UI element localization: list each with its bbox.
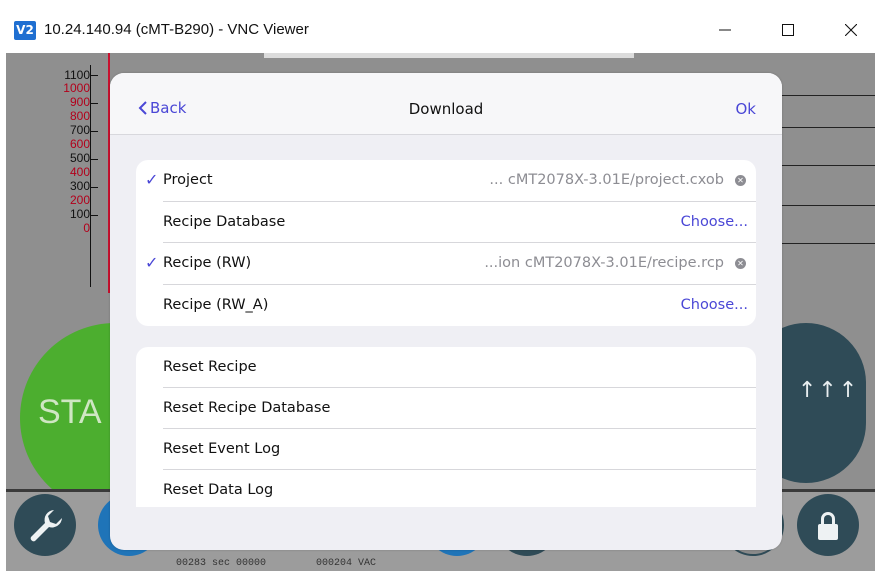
file-path-value: ... cMT2078X-3.01E/project.cxob	[489, 172, 724, 188]
download-dialog: Back Download Ok ✓ Project ... cMT2078X-…	[110, 73, 782, 550]
scale-tick: 200	[69, 193, 90, 207]
scale-axis	[90, 65, 91, 287]
gauge-line	[776, 95, 875, 96]
choose-button[interactable]: Choose...	[681, 297, 748, 313]
scale-tick: 900	[69, 95, 90, 109]
file-row-label: Project	[163, 172, 213, 188]
scale-minor-tick	[90, 187, 98, 188]
checkmark-icon: ✓	[145, 170, 159, 189]
close-button[interactable]	[828, 10, 874, 50]
reset-row-label: Reset Data Log	[163, 482, 274, 498]
scale-minor-tick	[90, 75, 98, 76]
scale-tick: 0	[83, 221, 90, 235]
reset-recipe-database-row[interactable]: Reset Recipe Database	[136, 388, 756, 429]
reset-row-label: Reset Event Log	[163, 441, 281, 457]
scale-tick: 700	[69, 123, 90, 137]
file-row-project[interactable]: ✓ Project ... cMT2078X-3.01E/project.cxo…	[136, 160, 756, 202]
status-vacuum: 000204 VAC	[316, 558, 377, 569]
dialog-title: Download	[408, 100, 484, 118]
scale-tick: 400	[69, 165, 90, 179]
scale-tick: 1100	[64, 68, 90, 82]
settings-wrench-button[interactable]	[14, 494, 76, 556]
file-row-label: Recipe (RW_A)	[163, 296, 269, 313]
dialog-navbar: Back Download Ok	[110, 73, 782, 135]
file-row-label: Recipe Database	[163, 213, 286, 230]
window-titlebar: V2 10.24.140.94 (cMT-B290) - VNC Viewer	[0, 0, 875, 58]
choose-button[interactable]: Choose...	[681, 214, 748, 230]
reset-row-label: Reset Recipe	[163, 359, 257, 375]
lock-button[interactable]	[797, 494, 859, 556]
file-row-label: Recipe (RW)	[163, 255, 252, 271]
scale-minor-tick	[90, 159, 98, 160]
scale-minor-tick	[90, 131, 98, 132]
window-title: 10.24.140.94 (cMT-B290) - VNC Viewer	[44, 21, 309, 38]
minimize-icon	[719, 29, 731, 31]
file-path-value: ...ion cMT2078X-3.01E/recipe.rcp	[484, 255, 724, 271]
clear-icon[interactable]: ✕	[735, 258, 746, 269]
scale-tick: 1000	[63, 81, 90, 95]
maximize-button[interactable]	[765, 10, 811, 50]
gauge-line	[776, 243, 875, 244]
file-row-recipe-rw-a[interactable]: Recipe (RW_A) Choose...	[136, 285, 756, 327]
scale-tick: 600	[69, 137, 90, 151]
file-row-recipe-rw[interactable]: ✓ Recipe (RW) ...ion cMT2078X-3.01E/reci…	[136, 243, 756, 285]
gauge-line	[776, 205, 875, 206]
reset-row-label: Reset Recipe Database	[163, 400, 331, 416]
reset-recipe-row[interactable]: Reset Recipe	[136, 347, 756, 388]
scale-tick: 500	[69, 151, 90, 165]
scale-tick: 100	[69, 207, 90, 221]
close-icon	[845, 24, 857, 36]
checkmark-icon: ✓	[145, 253, 159, 272]
ok-button[interactable]: Ok	[736, 100, 757, 118]
maximize-icon	[782, 24, 794, 36]
clear-icon[interactable]: ✕	[735, 175, 746, 186]
file-selection-group: ✓ Project ... cMT2078X-3.01E/project.cxo…	[136, 160, 756, 326]
up-arrows-icon: ↑↑↑	[798, 378, 860, 403]
file-row-recipe-database[interactable]: Recipe Database Choose...	[136, 202, 756, 243]
vnc-viewer-app-icon: V2	[14, 21, 36, 40]
reset-data-log-row[interactable]: Reset Data Log	[136, 470, 756, 507]
minimize-button[interactable]	[702, 10, 748, 50]
scale-tick: 800	[69, 109, 90, 123]
start-button-label: STA	[38, 393, 102, 431]
status-timer: 00283 sec 00000	[176, 558, 267, 569]
gauge-line	[776, 165, 875, 166]
scale-minor-tick	[90, 215, 98, 216]
wrench-icon	[30, 510, 62, 542]
scale-tick: 300	[69, 179, 90, 193]
lock-icon-body	[818, 524, 838, 540]
gauge-line	[776, 127, 875, 128]
scale-minor-tick	[90, 103, 98, 104]
hmi-top-strip	[264, 53, 634, 58]
reset-event-log-row[interactable]: Reset Event Log	[136, 429, 756, 470]
reset-options-group: Reset Recipe Reset Recipe Database Reset…	[136, 347, 756, 507]
